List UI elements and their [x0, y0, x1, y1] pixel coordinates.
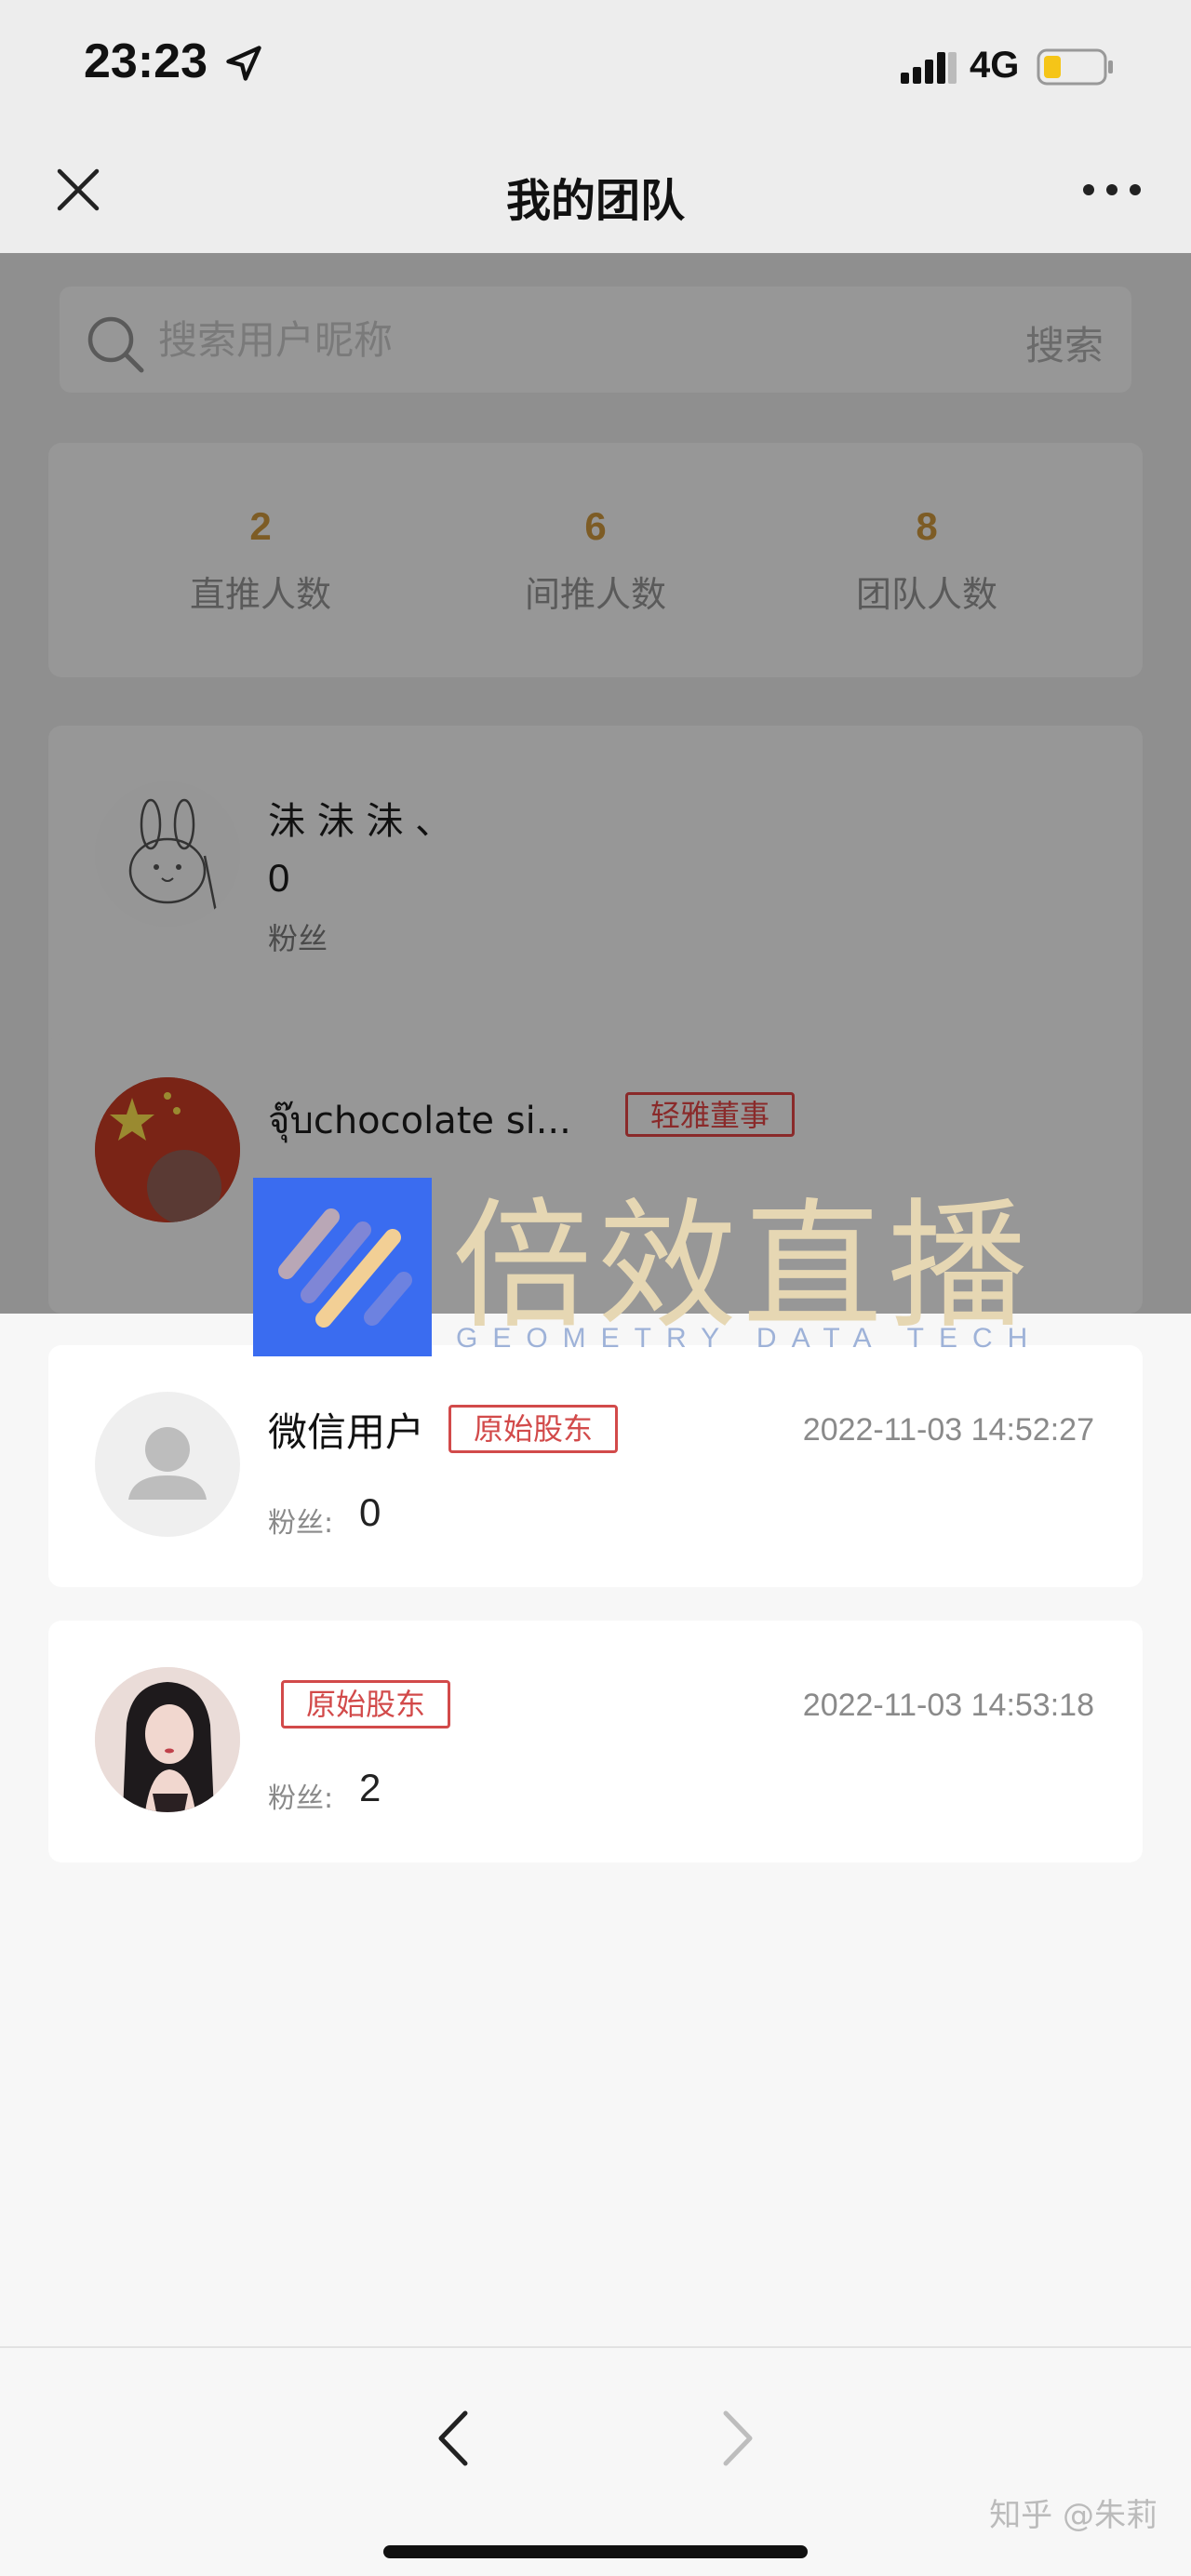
more-icon[interactable]: [1079, 179, 1144, 201]
fans-count: 0: [359, 1490, 381, 1534]
search-icon: [87, 316, 144, 373]
team-stats-card: 2 直推人数 6 间推人数 8 团队人数: [48, 443, 1143, 677]
list-item[interactable]: 原始股东 2022-11-03 14:53:18 粉丝: 2: [48, 1621, 1143, 1862]
stat-label: 团队人数: [855, 574, 997, 615]
avatar: [95, 1077, 240, 1222]
stat-direct: 2 直推人数: [95, 443, 426, 677]
member-name: 沬 沬 沬 、: [268, 800, 453, 843]
role-badge: 原始股东: [448, 1405, 619, 1453]
page-title: 我的团队: [505, 175, 685, 227]
battery-icon: [1037, 48, 1113, 86]
rabbit-avatar-icon: [128, 798, 218, 913]
status-bar: 23:23 4G: [0, 0, 1191, 130]
stat-value: 8: [916, 504, 938, 548]
default-user-icon: [128, 1427, 207, 1500]
source-credit: 知乎 @朱莉: [989, 2497, 1158, 2534]
stat-value: 6: [584, 504, 607, 548]
avatar: [95, 1392, 240, 1537]
watermark-logo-icon: [253, 1178, 432, 1356]
chevron-right-icon: [723, 2410, 753, 2466]
member-name: 微信用户: [268, 1409, 425, 1455]
stat-indirect: 6 间推人数: [430, 443, 761, 677]
join-time: 2022-11-03 14:53:18: [802, 1688, 1094, 1723]
flag-avatar-icon: [95, 1077, 240, 1222]
stat-value: 2: [249, 504, 272, 548]
fans-label: 粉丝:: [268, 1782, 334, 1815]
list-item[interactable]: 微信用户 原始股东 2022-11-03 14:52:27 粉丝: 0: [48, 1345, 1143, 1587]
fans-label: 粉丝:: [268, 1507, 334, 1540]
girl-avatar-icon: [95, 1667, 240, 1812]
network-type: 4G: [970, 45, 1020, 86]
chevron-left-icon[interactable]: [430, 2406, 478, 2471]
home-indicator[interactable]: [383, 2545, 808, 2558]
stat-label: 间推人数: [524, 574, 666, 615]
location-arrow-icon: [226, 46, 261, 81]
fans-count: 2: [359, 1766, 381, 1809]
browser-footer: 知乎 @朱莉: [0, 2346, 1191, 2576]
search-bar: 搜索: [60, 287, 1131, 393]
search-button[interactable]: 搜索: [1025, 314, 1104, 371]
fans-label: 粉丝: [268, 921, 328, 956]
role-badge: 原始股东: [281, 1680, 451, 1728]
stat-team: 8 团队人数: [761, 443, 1092, 677]
join-time: 2022-11-03 14:52:27: [802, 1412, 1094, 1448]
member-fans-count: 0: [268, 856, 290, 900]
stat-label: 直推人数: [189, 574, 331, 615]
nav-bar: 我的团队: [0, 130, 1191, 253]
watermark-subtitle: GEOMETRY DATA TECH: [456, 1323, 1043, 1354]
member-sheet: 微信用户 原始股东 2022-11-03 14:52:27 粉丝: 0 原始股东…: [0, 1314, 1191, 2346]
search-input[interactable]: [158, 316, 958, 363]
avatar: [95, 781, 240, 927]
role-badge: 轻雅董事: [625, 1092, 796, 1137]
avatar: [95, 1667, 240, 1812]
member-name: จุ๊บchocolate si...: [268, 1100, 571, 1142]
signal-icon: [901, 52, 957, 84]
status-time: 23:23: [84, 34, 207, 88]
